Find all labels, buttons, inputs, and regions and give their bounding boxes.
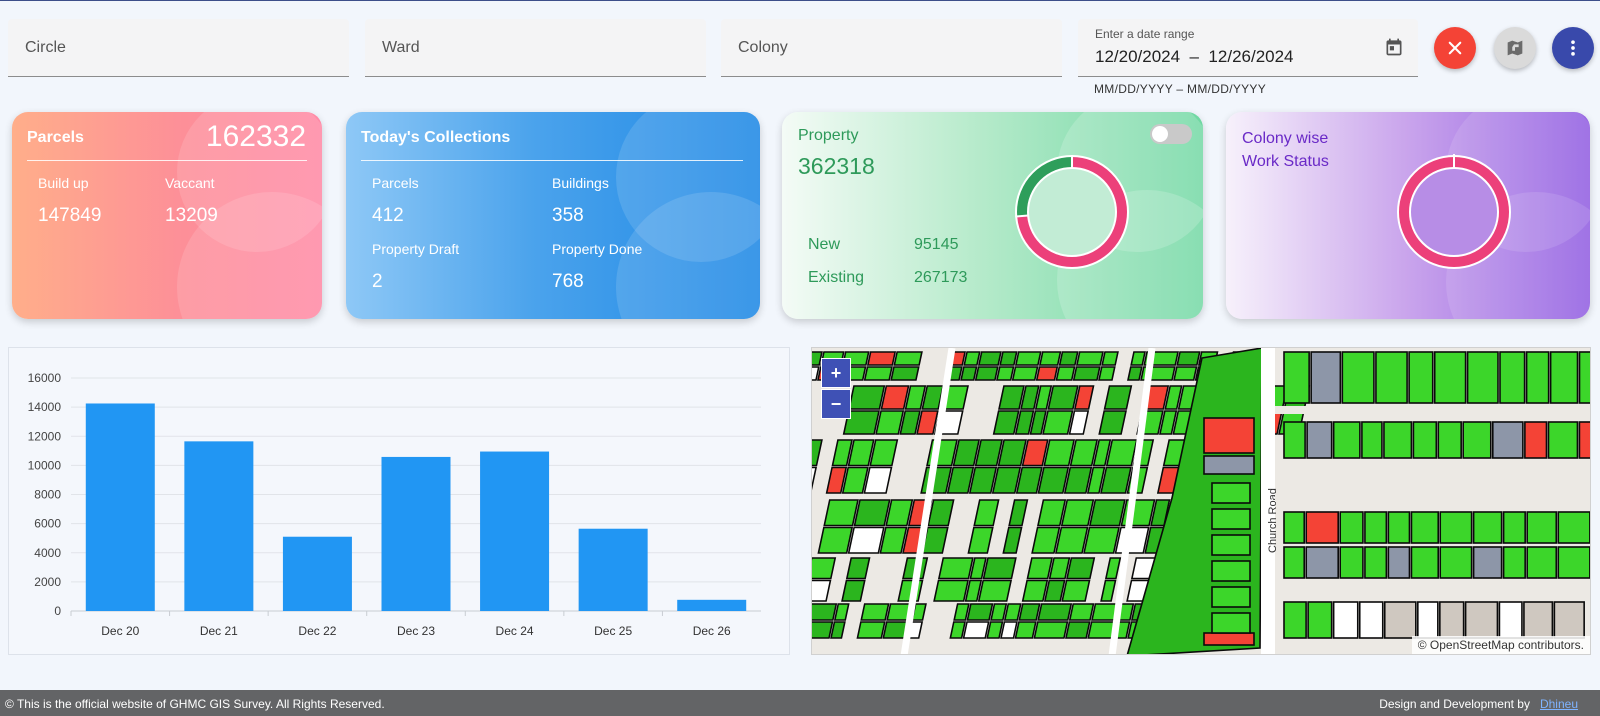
collections-parcels-value: 412 (372, 205, 404, 226)
parcels-title: Parcels (27, 129, 84, 146)
bar-dec-21[interactable] (184, 441, 254, 611)
bar-dec-20[interactable] (85, 403, 155, 611)
circle-select[interactable]: Circle (8, 19, 349, 77)
date-range-input[interactable]: Enter a date range 12/20/2024 – 12/26/20… (1078, 19, 1418, 77)
parcels-total: 162332 (205, 120, 306, 153)
x-tick-label: Dec 22 (298, 624, 336, 638)
collections-buildings-label: Buildings (552, 175, 609, 191)
bar-dec-26[interactable] (677, 599, 747, 611)
bar-dec-24[interactable] (480, 451, 550, 611)
y-tick-label: 14000 (28, 400, 62, 414)
circle-placeholder: Circle (25, 39, 66, 56)
collections-bar-chart: 0 2000 4000 6000 8000 10000 12000 14000 16000 Dec… (8, 347, 790, 655)
footer: © This is the official website of GHMC G… (0, 690, 1600, 716)
colony-status-card: Colony wise Work Status (1226, 112, 1590, 319)
x-tick-label: Dec 26 (693, 624, 731, 638)
buildup-label: Build up (38, 175, 89, 191)
y-tick-label: 12000 (28, 429, 62, 443)
property-existing-label: Existing (808, 269, 865, 286)
y-tick-label: 4000 (34, 546, 61, 560)
x-tick-label: Dec 21 (200, 624, 238, 638)
colony-donut (1397, 154, 1511, 269)
map-icon (1507, 40, 1523, 56)
vacant-label: Vaccant (165, 175, 215, 191)
property-toggle[interactable] (1150, 124, 1192, 144)
bar-dec-22[interactable] (282, 536, 352, 611)
collections-title: Today's Collections (361, 129, 511, 146)
calendar-icon[interactable] (1384, 37, 1404, 57)
map-canvas[interactable]: Church Road (812, 348, 1591, 655)
collections-parcels-label: Parcels (372, 175, 419, 191)
zoom-out-button[interactable]: − (821, 389, 851, 419)
colony-select[interactable]: Colony (721, 19, 1062, 77)
collections-divider (361, 160, 743, 161)
x-tick-label: Dec 24 (496, 624, 534, 638)
date-format-hint: MM/DD/YYYY – MM/DD/YYYY (1094, 82, 1267, 96)
parcel-map[interactable]: Church Road + − © OpenStreetMap contribu… (811, 347, 1591, 655)
property-total: 362318 (798, 153, 875, 179)
clear-filters-button[interactable] (1434, 27, 1476, 69)
toggle-knob (1152, 126, 1168, 142)
collections-buildings-value: 358 (552, 205, 584, 226)
property-donut (1015, 155, 1129, 269)
bar-chart-svg: 0 2000 4000 6000 8000 10000 12000 14000 16000 Dec… (28, 371, 761, 638)
property-done-label: Property Done (552, 241, 643, 257)
ward-select[interactable]: Ward (365, 19, 706, 77)
property-draft-value: 2 (372, 271, 383, 292)
x-tick-label: Dec 23 (397, 624, 435, 638)
buildup-value: 147849 (38, 205, 102, 226)
property-draft-label: Property Draft (372, 241, 460, 257)
bar-dec-25[interactable] (578, 528, 648, 611)
y-tick-label: 8000 (34, 488, 61, 502)
property-title: Property (798, 127, 859, 144)
property-card: Property 362318 New 95145 Existing 26717… (782, 112, 1203, 319)
zoom-in-button[interactable]: + (821, 358, 851, 388)
more-vertical-icon (1571, 40, 1575, 56)
property-new-label: New (808, 236, 841, 253)
y-tick-label: 16000 (28, 371, 62, 385)
footer-copyright: © This is the official website of GHMC G… (5, 697, 385, 711)
x-tick-label: Dec 25 (594, 624, 632, 638)
y-tick-label: 6000 (34, 517, 61, 531)
footer-credit-text: Design and Development by (1379, 697, 1530, 711)
y-tick-label: 10000 (28, 458, 62, 472)
ward-placeholder: Ward (382, 39, 420, 56)
property-existing-value: 267173 (914, 269, 968, 286)
parcels-card: Parcels 162332 Build up Vaccant 147849 1… (12, 112, 322, 319)
date-range-value: 12/20/2024 – 12/26/2024 (1095, 47, 1294, 66)
close-icon (1448, 41, 1462, 55)
collections-card: Today's Collections Parcels Buildings 41… (346, 112, 760, 319)
map-view-button[interactable] (1494, 27, 1536, 69)
footer-credit-link[interactable]: Dhineu (1540, 697, 1578, 711)
colony-title-line1: Colony wise (1242, 130, 1329, 147)
vacant-value: 13209 (165, 205, 218, 226)
more-options-button[interactable] (1552, 27, 1594, 69)
date-range-label: Enter a date range (1095, 27, 1195, 41)
map-attribution: © OpenStreetMap contributors. (1411, 636, 1590, 654)
x-tick-label: Dec 20 (101, 624, 139, 638)
colony-title-line2: Work Status (1242, 153, 1329, 170)
colony-placeholder: Colony (738, 39, 788, 56)
property-done-value: 768 (552, 271, 584, 292)
y-tick-label: 0 (54, 604, 61, 618)
property-new-value: 95145 (914, 236, 959, 253)
bar-dec-23[interactable] (381, 456, 451, 611)
parcels-divider (27, 160, 307, 161)
y-tick-label: 2000 (34, 575, 61, 589)
footer-credit: Design and Development by Dhineu (1379, 697, 1578, 711)
